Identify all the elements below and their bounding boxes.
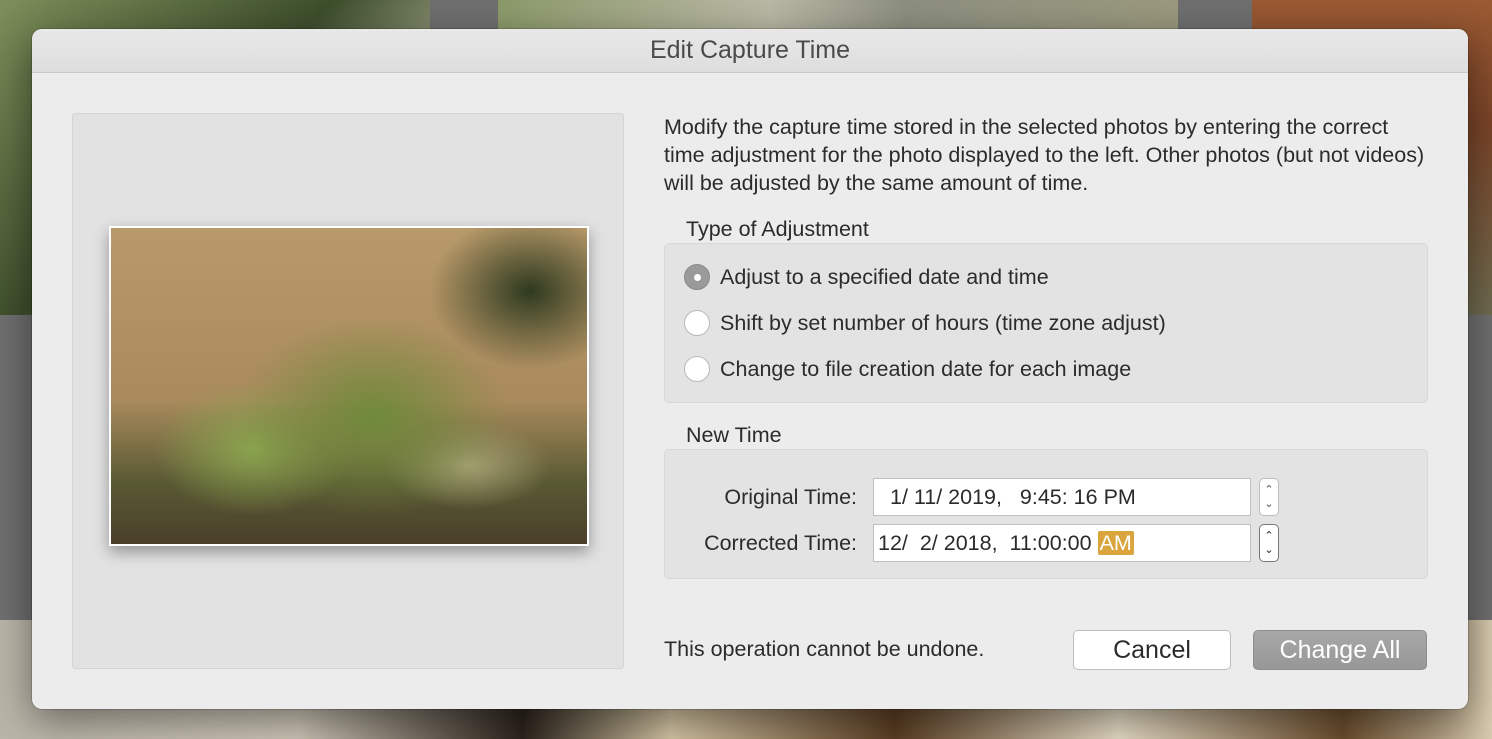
- radio-button[interactable]: [684, 310, 710, 336]
- corrected-time-field[interactable]: 12/ 2/ 2018, 11:00:00 AM: [873, 524, 1251, 562]
- corrected-time-stepper[interactable]: ⌃ ⌄: [1259, 524, 1279, 562]
- radio-adjust-specified[interactable]: Adjust to a specified date and time: [665, 254, 1427, 300]
- adjustment-type-group: Adjust to a specified date and time Shif…: [664, 243, 1428, 403]
- dialog-content: Modify the capture time stored in the se…: [664, 113, 1428, 579]
- corrected-time-label: Corrected Time:: [704, 531, 857, 555]
- chevron-down-icon[interactable]: ⌄: [1264, 543, 1273, 557]
- dialog-title: Edit Capture Time: [32, 29, 1468, 73]
- original-time-label: Original Time:: [724, 485, 857, 509]
- photo-preview-panel: [72, 113, 624, 669]
- adjustment-type-label: Type of Adjustment: [686, 217, 869, 241]
- chevron-down-icon[interactable]: ⌄: [1264, 497, 1273, 511]
- new-time-label: New Time: [686, 423, 782, 447]
- edit-capture-time-dialog: Edit Capture Time Modify the capture tim…: [32, 29, 1468, 709]
- radio-button[interactable]: [684, 356, 710, 382]
- corrected-time-value: 12/ 2/ 2018, 11:00:00: [878, 531, 1098, 555]
- radio-label: Shift by set number of hours (time zone …: [720, 310, 1166, 335]
- radio-label: Change to file creation date for each im…: [720, 356, 1132, 381]
- dialog-description: Modify the capture time stored in the se…: [664, 115, 1425, 195]
- photo-preview-frame: [109, 226, 589, 546]
- new-time-group: Original Time: 1/ 11/ 2019, 9:45: 16 PM …: [664, 449, 1428, 579]
- radio-file-creation-date[interactable]: Change to file creation date for each im…: [665, 346, 1427, 392]
- radio-shift-hours[interactable]: Shift by set number of hours (time zone …: [665, 300, 1427, 346]
- ampm-segment-selected[interactable]: AM: [1097, 531, 1134, 555]
- corrected-time-row: Corrected Time: 12/ 2/ 2018, 11:00:00 AM…: [665, 524, 1427, 562]
- original-time-field[interactable]: 1/ 11/ 2019, 9:45: 16 PM: [873, 478, 1251, 516]
- undo-warning: This operation cannot be undone.: [664, 637, 985, 661]
- chevron-up-icon[interactable]: ⌃: [1264, 529, 1273, 543]
- change-all-button[interactable]: Change All: [1253, 630, 1427, 670]
- original-time-row: Original Time: 1/ 11/ 2019, 9:45: 16 PM …: [665, 478, 1427, 516]
- cancel-button[interactable]: Cancel: [1073, 630, 1231, 670]
- background-thumbnail: [498, 0, 1178, 30]
- original-time-stepper[interactable]: ⌃ ⌄: [1259, 478, 1279, 516]
- radio-label: Adjust to a specified date and time: [720, 264, 1049, 289]
- radio-button-selected[interactable]: [684, 264, 710, 290]
- photo-preview-image: [111, 228, 587, 544]
- chevron-up-icon[interactable]: ⌃: [1264, 483, 1273, 497]
